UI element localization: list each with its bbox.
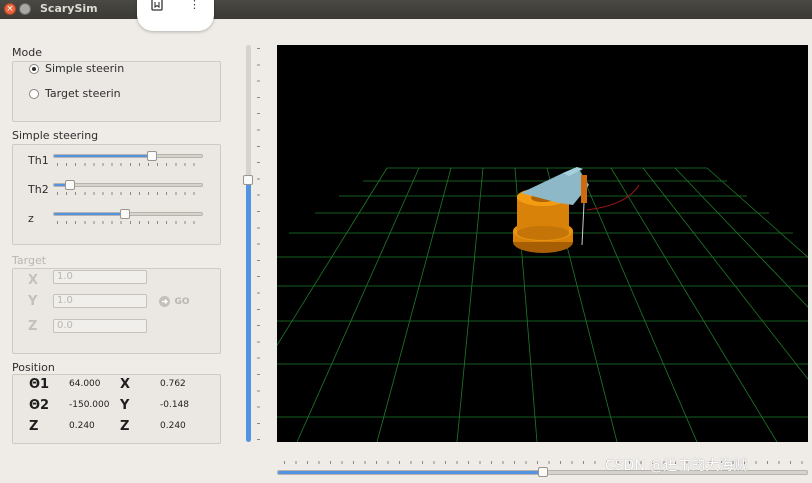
target-y-input[interactable]: 1.0 — [53, 294, 147, 308]
theta1-label: Θ1 — [29, 377, 50, 392]
z-slider-handle[interactable] — [120, 209, 130, 219]
radio-target-steering[interactable] — [29, 89, 39, 99]
y-value: -0.148 — [160, 400, 190, 410]
3d-viewport[interactable] — [216, 45, 812, 443]
trajectory-path — [586, 184, 640, 211]
window-title: ScarySim — [40, 2, 98, 15]
z-joint-value: 0.240 — [69, 421, 95, 431]
y-label: Y — [120, 398, 130, 413]
radio-target-steering-label: Target steerin — [45, 87, 121, 100]
vertical-camera-slider-handle[interactable] — [243, 175, 253, 185]
target-heading: Target — [12, 254, 47, 267]
th2-ticks — [57, 192, 202, 195]
theta1-value: 64.000 — [69, 379, 101, 389]
th1-slider[interactable] — [53, 154, 203, 158]
z-coord-value: 0.240 — [160, 421, 186, 431]
vertical-camera-slider[interactable] — [246, 45, 251, 442]
target-x-input[interactable]: 1.0 — [53, 270, 147, 284]
z-joint-label: Z — [29, 419, 39, 434]
th1-label: Th1 — [28, 154, 49, 167]
position-heading: Position — [12, 361, 55, 374]
target-x-label: X — [28, 273, 39, 288]
th2-slider[interactable] — [53, 183, 203, 187]
theta2-value: -150.000 — [69, 400, 110, 410]
target-z-input[interactable]: 0.0 — [53, 319, 147, 333]
th2-slider-handle[interactable] — [65, 180, 75, 190]
radio-simple-steering[interactable] — [29, 64, 39, 74]
vertical-slider-ticks — [257, 48, 260, 440]
theta2-label: Θ2 — [29, 398, 50, 413]
x-value: 0.762 — [160, 379, 186, 389]
bookmark-icon[interactable] — [151, 0, 163, 14]
robot-arm — [513, 167, 589, 253]
watermark: CSDN @进击的大海贼 — [605, 458, 748, 474]
target-z-label: Z — [28, 319, 38, 334]
z-coord-label: Z — [120, 419, 130, 434]
mode-heading: Mode — [12, 46, 42, 59]
close-icon[interactable]: × — [4, 3, 16, 15]
floating-toolbar: ⋮ — [137, 0, 214, 31]
robot-scene — [216, 167, 812, 443]
minimize-icon[interactable] — [19, 3, 31, 15]
go-button[interactable]: GO — [158, 294, 190, 308]
radio-simple-steering-label: Simple steerin — [45, 62, 125, 75]
simple-steering-heading: Simple steering — [12, 129, 99, 142]
target-y-label: Y — [28, 294, 38, 309]
th1-ticks — [57, 163, 202, 166]
th1-slider-handle[interactable] — [147, 151, 157, 161]
go-button-label: GO — [174, 297, 190, 307]
th2-label: Th2 — [28, 183, 49, 196]
z-label: z — [28, 212, 34, 225]
x-label: X — [120, 377, 131, 392]
horizontal-camera-slider-handle[interactable] — [538, 467, 548, 477]
more-options-icon[interactable]: ⋮ — [189, 0, 200, 11]
arrow-right-circle-icon — [159, 295, 170, 307]
z-ticks — [57, 221, 202, 224]
title-bar: × ScarySim — [0, 0, 812, 19]
